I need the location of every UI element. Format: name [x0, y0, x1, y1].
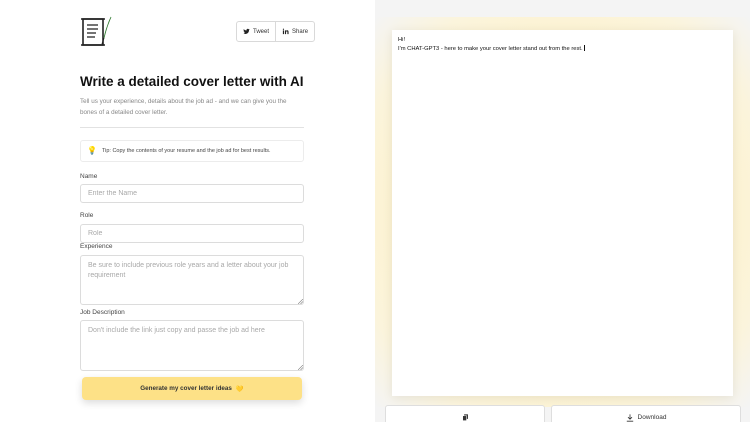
copy-button[interactable] [385, 405, 545, 422]
download-label: Download [637, 414, 667, 421]
yellow-heart-icon: 💛 [235, 385, 244, 393]
page-subtitle: Tell us your experience, details about t… [80, 98, 287, 116]
output-line: I'm CHAT-GPT3 - here to make your cover … [398, 46, 583, 52]
resize-grip-icon[interactable] [298, 365, 303, 370]
role-input[interactable] [80, 224, 304, 243]
tweet-button[interactable]: Tweet [237, 22, 275, 41]
lightbulb-icon: 💡 [87, 146, 97, 155]
linkedin-share-button[interactable]: Share [275, 22, 314, 41]
job-description-textarea[interactable] [80, 320, 304, 371]
text-caret [583, 45, 585, 51]
generate-button[interactable]: Generate my cover letter ideas 💛 [82, 377, 302, 400]
name-input[interactable] [80, 184, 304, 203]
name-label: Name [80, 173, 98, 180]
copy-icon [461, 414, 468, 421]
experience-label: Experience [80, 243, 113, 250]
output-panel: Hi! I'm CHAT-GPT3 - here to make your co… [375, 0, 750, 422]
download-button[interactable]: Download [551, 405, 741, 422]
download-icon [626, 414, 633, 422]
job-description-label: Job Description [80, 309, 125, 316]
twitter-icon [243, 28, 250, 35]
share-button-group: Tweet Share [236, 21, 316, 42]
share-label: Share [292, 28, 309, 35]
experience-textarea[interactable] [80, 255, 304, 305]
page-title: Write a detailed cover letter with AI [80, 74, 304, 89]
tip-text: Tip: Copy the contents of your resume an… [101, 148, 271, 154]
form-panel: Tweet Share Write a detailed cover lette… [0, 0, 375, 422]
generate-label: Generate my cover letter ideas [140, 385, 232, 392]
divider [80, 127, 304, 128]
scroll-quill-icon [81, 16, 112, 46]
resize-grip-icon[interactable] [298, 299, 303, 304]
tip-box: 💡 Tip: Copy the contents of your resume … [80, 140, 304, 162]
tweet-label: Tweet [253, 28, 270, 35]
output-line-with-caret: I'm CHAT-GPT3 - here to make your cover … [398, 45, 727, 54]
linkedin-icon [282, 28, 289, 35]
output-paper[interactable]: Hi! I'm CHAT-GPT3 - here to make your co… [392, 30, 733, 396]
role-label: Role [80, 212, 94, 219]
output-line: Hi! [398, 37, 406, 43]
